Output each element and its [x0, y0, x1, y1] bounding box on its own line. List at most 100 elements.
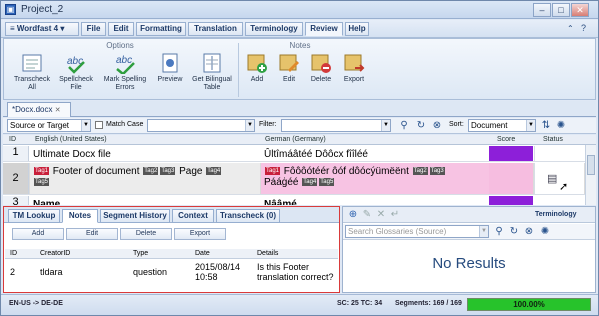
- preview-button[interactable]: Preview: [152, 52, 188, 98]
- tab-translation[interactable]: Translation: [188, 22, 243, 36]
- document-tab-bar: *Docx.docx ✕: [3, 101, 596, 117]
- note-icon[interactable]: ▤: [547, 172, 557, 185]
- search-icon[interactable]: ⚲: [493, 226, 505, 238]
- score-cell: [489, 163, 533, 194]
- source-cell[interactable]: Tag1 Footer of document Tag2 Tag3 Page Ta…: [30, 163, 260, 194]
- source-cell[interactable]: Ultimate Docx file: [30, 146, 260, 161]
- add-button[interactable]: Add: [12, 228, 64, 240]
- insert-term-icon[interactable]: ↵: [389, 209, 401, 221]
- clear-search-icon[interactable]: ⊗: [523, 226, 535, 238]
- get-bilingual-table-button[interactable]: Get Bilingual Table: [190, 52, 234, 98]
- menu-bar: ≡ Wordfast 4 ▾ File Edit Formatting Tran…: [1, 20, 598, 38]
- table-row[interactable]: 1 Ultimate Docx file Ûltîmáâtéé Dôôcx fî…: [3, 146, 596, 162]
- tab-formatting[interactable]: Formatting: [136, 22, 186, 36]
- delete-note-icon: [311, 54, 331, 73]
- filter-input[interactable]: ▼: [281, 119, 391, 132]
- app-menu-button[interactable]: ≡ Wordfast 4 ▾: [5, 22, 79, 36]
- glossary-search-input[interactable]: Search Glossaries (Source) ▼: [345, 225, 489, 238]
- notes-group-label: Notes: [289, 41, 311, 50]
- svg-text:abc: abc: [116, 55, 132, 66]
- target-text-2: Pááġéé: [264, 177, 299, 188]
- grid-scrollbar[interactable]: [585, 145, 596, 205]
- search-replace-icon[interactable]: ↻: [415, 120, 427, 132]
- gear-icon[interactable]: ✺: [555, 120, 567, 132]
- note-id: 2: [10, 267, 16, 277]
- document-tab[interactable]: *Docx.docx ✕: [7, 102, 71, 117]
- sc-tc-count: SC: 25 TC: 34: [337, 300, 383, 307]
- match-case-checkbox[interactable]: [95, 121, 103, 129]
- spellcheck-file-button[interactable]: abc Spellcheck File: [54, 52, 98, 98]
- minimize-button[interactable]: –: [533, 3, 551, 17]
- tab-notes[interactable]: Notes: [62, 209, 98, 223]
- export-note-label: Export: [343, 76, 365, 83]
- tab-transcheck[interactable]: Transcheck (0): [216, 209, 280, 223]
- tab-file[interactable]: File: [81, 22, 106, 36]
- export-button[interactable]: Export: [174, 228, 226, 240]
- tab-review[interactable]: Review: [305, 22, 343, 36]
- header-source: English (United States): [35, 136, 107, 143]
- document-tab-label: *Docx.docx: [12, 105, 53, 114]
- window-title: Project_2: [21, 4, 64, 15]
- progress-bar: 100.00%: [467, 298, 591, 311]
- gear-icon[interactable]: ✺: [539, 226, 551, 238]
- tab-segment-history[interactable]: Segment History: [100, 209, 170, 223]
- delete-button[interactable]: Delete: [120, 228, 172, 240]
- title-bar: ▣ Project_2 – □ ✕: [1, 1, 598, 19]
- tag-badge: Tag4: [302, 178, 318, 187]
- note-row[interactable]: 2 tldara question 2015/08/14 10:58 Is th…: [5, 262, 338, 288]
- tab-context[interactable]: Context: [172, 209, 214, 223]
- row-id: 2: [3, 163, 29, 194]
- tag-badge: Tag5: [34, 178, 50, 187]
- tab-tm-lookup[interactable]: TM Lookup: [8, 209, 60, 223]
- target-cell[interactable]: Ûltîmáâtéé Dôôcx fîîléé: [261, 146, 491, 161]
- delete-note-button[interactable]: Delete: [306, 52, 336, 98]
- tag-badge: Tag2: [143, 167, 159, 176]
- maximize-button[interactable]: □: [552, 3, 570, 17]
- row-id: 1: [3, 146, 29, 161]
- source-target-select[interactable]: Source or Target ▼: [7, 119, 91, 132]
- table-row[interactable]: 2 Tag1 Footer of document Tag2 Tag3 Page …: [3, 163, 596, 195]
- filter-label: Filter:: [259, 121, 277, 128]
- progress-text: 100.00%: [513, 300, 545, 309]
- collapse-ribbon-icon[interactable]: ⌃: [567, 24, 574, 33]
- help-icon[interactable]: ?: [581, 23, 586, 33]
- target-cell[interactable]: Tag1 Fôôôótéér ôóf dôócýümëënt Tag2 Tag3 …: [261, 163, 491, 194]
- score-cell: [489, 146, 533, 161]
- source-cell[interactable]: Name: [30, 196, 260, 205]
- edit-note-button[interactable]: Edit: [274, 52, 304, 98]
- transcheck-all-button[interactable]: Transcheck All: [12, 52, 52, 98]
- tag-badge: Tag5: [319, 178, 335, 187]
- search-replace-icon[interactable]: ↻: [508, 226, 520, 238]
- tab-terminology[interactable]: Terminology: [245, 22, 303, 36]
- clear-search-icon[interactable]: ⊗: [431, 120, 443, 132]
- sort-select[interactable]: Document ▼: [468, 119, 536, 132]
- notes-header-details: Details: [257, 250, 279, 257]
- edit-button[interactable]: Edit: [66, 228, 118, 240]
- add-term-icon[interactable]: ⊕: [347, 209, 359, 221]
- status-bar: EN-US -> DE-DE SC: 25 TC: 34 Segments: 1…: [1, 294, 598, 315]
- target-cell[interactable]: Nââmé: [261, 196, 491, 205]
- tab-help[interactable]: Help: [345, 22, 369, 36]
- tag-badge: Tag2: [412, 167, 428, 176]
- edit-term-icon[interactable]: ✎: [361, 209, 373, 221]
- sort-direction-icon[interactable]: ⇅: [540, 120, 552, 132]
- add-note-button[interactable]: Add: [242, 52, 272, 98]
- transcheck-label: Transcheck All: [14, 76, 50, 91]
- transcheck-icon: [22, 54, 42, 72]
- close-tab-icon[interactable]: ✕: [55, 107, 61, 114]
- add-note-label: Add: [250, 76, 264, 83]
- delete-note-label: Delete: [310, 76, 332, 83]
- search-input[interactable]: ▼: [147, 119, 255, 132]
- scrollbar-thumb[interactable]: [587, 155, 595, 175]
- notes-header-type: Type: [133, 250, 149, 257]
- options-group-label: Options: [106, 41, 134, 50]
- export-note-button[interactable]: Export: [338, 52, 370, 98]
- tab-edit[interactable]: Edit: [108, 22, 134, 36]
- tag-badge: Tag4: [206, 167, 222, 176]
- mark-spelling-errors-button[interactable]: abc Mark Spelling Errors: [102, 52, 148, 98]
- table-row[interactable]: 3 Name Nââmé: [3, 196, 596, 205]
- spellcheck-label: Spellcheck File: [59, 76, 93, 91]
- search-icon[interactable]: ⚲: [398, 120, 410, 132]
- delete-term-icon[interactable]: ✕: [375, 209, 387, 221]
- close-button[interactable]: ✕: [571, 3, 589, 17]
